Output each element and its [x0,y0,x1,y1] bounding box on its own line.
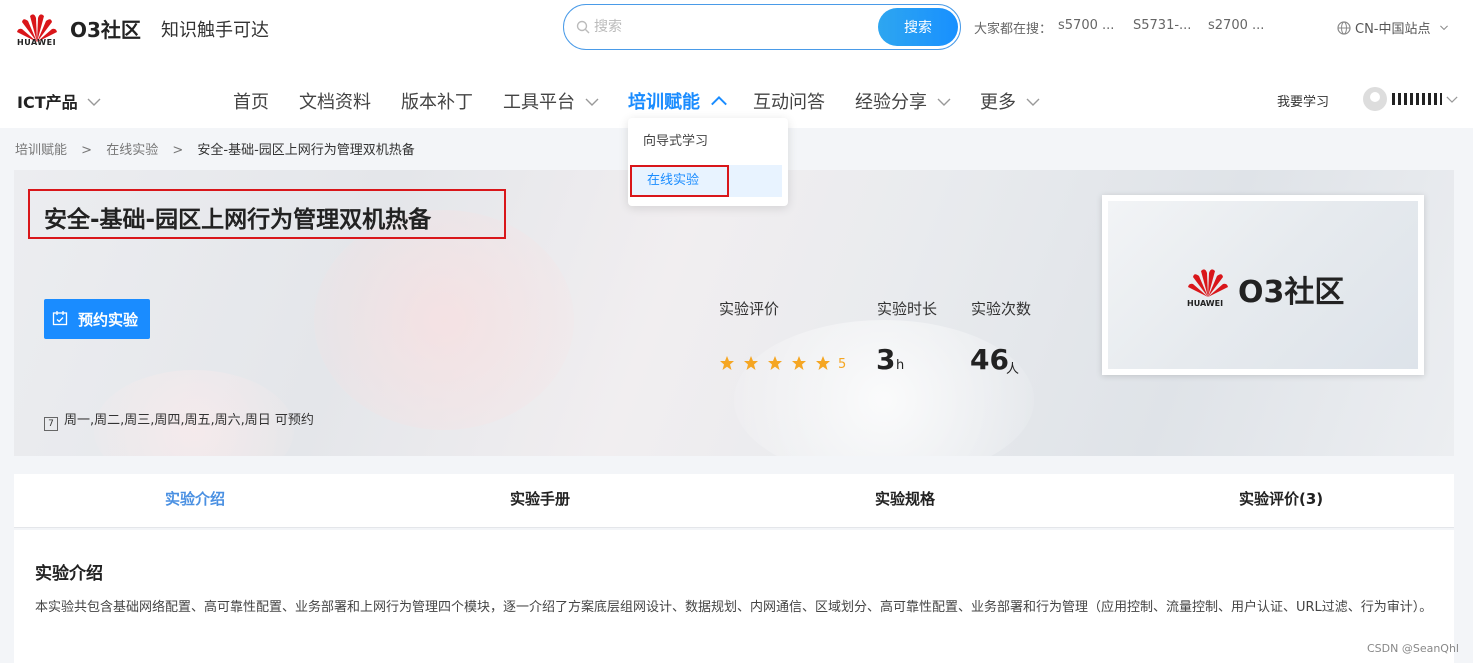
search-icon [576,20,590,34]
chevron-down-icon [1439,25,1448,31]
breadcrumb-separator: > [172,143,184,158]
star-icon [720,356,734,370]
huawei-wordmark: HUAWEI [17,38,57,47]
chevron-down-icon [1026,98,1040,106]
available-days-text: 周一,周二,周三,周四,周五,周六,周日 可预约 [64,413,314,428]
available-days: 7 周一,周二,周三,周四,周五,周六,周日 可预约 [44,409,314,431]
duration-label: 实验时长 [877,300,938,318]
star-icon [816,356,830,370]
nav-item-home[interactable]: 首页 [233,88,269,114]
site-name[interactable]: O3社区 [70,14,141,43]
hot-search-item[interactable]: s2700 ... [1208,18,1264,33]
nav-item-label: 工具平台 [503,92,575,113]
star-icon [792,356,806,370]
nav-item-docs[interactable]: 文档资料 [299,88,371,114]
breadcrumb-item[interactable]: 在线实验 [106,143,158,158]
lab-thumbnail: HUAWEI O3社区 [1102,195,1424,375]
lab-tabs: 实验介绍 实验手册 实验规格 实验评价(3) [14,474,1454,528]
count-value: 46 [970,343,1009,376]
nav-item-sharing[interactable]: 经验分享 [855,88,951,114]
ict-product-label: ICT产品 [17,93,78,112]
search-button[interactable]: 搜索 [878,8,958,46]
hero-decoration [314,210,574,430]
avatar[interactable] [1363,87,1387,111]
chevron-down-icon[interactable] [1446,95,1458,104]
huawei-wordmark: HUAWEI [1187,299,1224,308]
username-redacted[interactable] [1392,93,1442,105]
region-label: CN-中国站点 [1355,22,1431,37]
chevron-down-icon [937,98,951,106]
tab-reviews[interactable]: 实验评价(3) [1239,488,1323,509]
hero-decoration [734,320,1034,456]
nav-item-label: 经验分享 [855,92,927,113]
breadcrumb-current: 安全-基础-园区上网行为管理双机热备 [197,143,415,158]
globe-icon [1337,21,1351,35]
breadcrumb-separator: > [81,143,93,158]
tab-introduction[interactable]: 实验介绍 [165,488,225,509]
chevron-down-icon [585,98,599,106]
search-input[interactable] [594,16,874,38]
menu-item-guided-learning[interactable]: 向导式学习 [628,126,788,158]
learn-link[interactable]: 我要学习 [1277,91,1329,110]
count-unit: 人 [1006,362,1020,377]
breadcrumb-item[interactable]: 培训赋能 [15,143,67,158]
tab-specs[interactable]: 实验规格 [875,488,935,509]
huawei-logo [1188,269,1228,297]
section-body: 本实验共包含基础网络配置、高可靠性配置、业务部署和上网行为管理四个模块，逐一介绍… [35,600,1433,615]
nav-item-label: 培训赋能 [628,92,700,113]
watermark: CSDN @SeanQhl [1366,642,1459,655]
count-label: 实验次数 [971,300,1032,318]
nav-item-label: 更多 [980,92,1016,113]
tab-manual[interactable]: 实验手册 [510,488,570,509]
search-box: 搜索 [563,4,961,50]
rating-value: 5 [838,357,847,372]
rating-label: 实验评价 [719,300,780,318]
duration-unit: h [896,358,905,373]
breadcrumb: 培训赋能 > 在线实验 > 安全-基础-园区上网行为管理双机热备 [15,139,425,158]
star-icon [744,356,758,370]
nav-item-more[interactable]: 更多 [980,88,1040,114]
nav-item-training[interactable]: 培训赋能 [628,88,728,114]
thumbnail-image: HUAWEI O3社区 [1108,201,1418,369]
highlight-box [28,189,506,239]
duration-value: 3 [876,343,896,376]
ict-product-menu[interactable]: ICT产品 [17,89,101,113]
hot-search-label: 大家都在搜： [974,22,1053,37]
region-selector[interactable]: CN-中国站点 [1337,18,1449,37]
nav-item-tools[interactable]: 工具平台 [503,88,599,114]
top-bar: HUAWEI O3社区 知识触手可达 搜索 大家都在搜： s5700 ... S… [0,0,1473,56]
intro-section: 实验介绍 本实验共包含基础网络配置、高可靠性配置、业务部署和上网行为管理四个模块… [14,530,1454,663]
star-icon [768,356,782,370]
nav-item-patches[interactable]: 版本补丁 [401,88,473,114]
thumbnail-site-name: O3社区 [1238,275,1345,310]
section-title: 实验介绍 [35,564,103,584]
hot-search-item[interactable]: s5700 ... [1058,18,1114,33]
calendar-check-icon [52,311,68,326]
hot-search-item[interactable]: S5731-... [1133,18,1191,33]
site-slogan: 知识触手可达 [161,20,269,41]
highlight-box [630,165,729,197]
chevron-down-icon [87,98,101,106]
nav-item-qa[interactable]: 互动问答 [753,88,825,114]
chevron-up-icon [711,96,728,106]
calendar-icon: 7 [44,417,58,431]
